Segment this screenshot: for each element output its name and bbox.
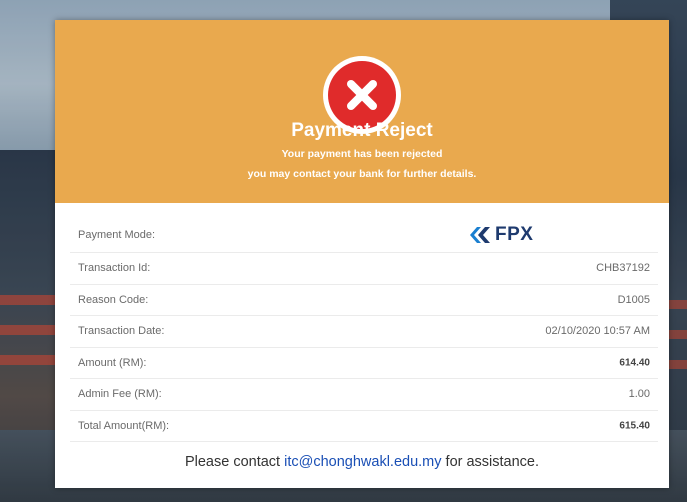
detail-row-payment-mode: Payment Mode: FPX (70, 218, 658, 253)
status-message: Your payment has been rejected (281, 148, 443, 160)
detail-label: Transaction Id: (78, 262, 151, 275)
detail-row-admin-fee: Admin Fee (RM): 1.00 (70, 379, 658, 411)
payment-result-card: Payment Reject Your payment has been rej… (55, 20, 669, 488)
result-header: Payment Reject Your payment has been rej… (55, 20, 669, 203)
fpx-logo-icon: FPX (468, 224, 533, 246)
assistance-message: Please contact itc@chonghwakl.edu.my for… (55, 454, 669, 470)
transaction-details: Payment Mode: FPX Transaction Id: CHB371… (70, 218, 658, 442)
detail-value: CHB37192 (596, 262, 650, 275)
detail-label: Total Amount(RM): (78, 419, 170, 432)
detail-value: 1.00 (628, 388, 650, 401)
detail-row-reason-code: Reason Code: D1005 (70, 285, 658, 316)
detail-label: Payment Mode: (78, 229, 156, 241)
detail-row-total-amount: Total Amount(RM): 615.40 (70, 411, 658, 442)
status-hint: you may contact your bank for further de… (247, 168, 477, 180)
assistance-suffix: for assistance. (441, 454, 540, 470)
support-email-link[interactable]: itc@chonghwakl.edu.my (284, 454, 441, 470)
detail-row-amount: Amount (RM): 614.40 (70, 348, 658, 379)
page-title: Payment Reject (291, 120, 433, 141)
detail-value: 614.40 (619, 357, 650, 369)
detail-value: 615.40 (619, 420, 650, 432)
detail-value: D1005 (617, 293, 650, 306)
fpx-logo-text: FPX (495, 224, 534, 245)
detail-label: Reason Code: (78, 293, 149, 306)
detail-label: Transaction Date: (78, 325, 165, 338)
detail-value: 02/10/2020 10:57 AM (545, 325, 650, 338)
detail-label: Admin Fee (RM): (78, 388, 162, 401)
assistance-prefix: Please contact (184, 454, 285, 470)
detail-label: Amount (RM): (78, 356, 147, 369)
detail-row-transaction-id: Transaction Id: CHB37192 (70, 253, 658, 285)
detail-row-transaction-date: Transaction Date: 02/10/2020 10:57 AM (70, 316, 658, 348)
